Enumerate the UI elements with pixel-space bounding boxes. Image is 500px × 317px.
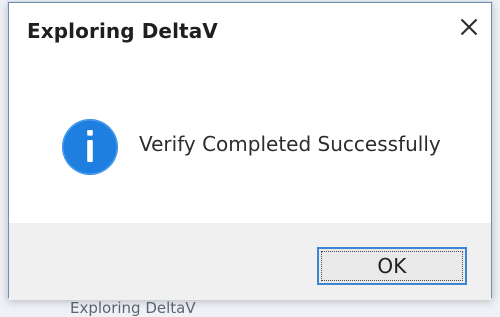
dialog-titlebar: Exploring DeltaV xyxy=(9,3,491,61)
ok-button-label: OK xyxy=(377,254,407,278)
ok-button[interactable]: OK xyxy=(317,247,467,285)
close-button[interactable] xyxy=(455,13,483,41)
info-icon xyxy=(62,119,118,175)
close-icon xyxy=(460,18,478,36)
dialog-title: Exploring DeltaV xyxy=(27,19,218,43)
dialog-message: Verify Completed Successfully xyxy=(139,132,441,156)
dialog-content: Verify Completed Successfully xyxy=(9,61,491,223)
background-partial-text: Exploring DeltaV xyxy=(70,299,196,317)
message-dialog: Exploring DeltaV Verify Completed Succes… xyxy=(8,2,492,300)
dialog-footer: OK xyxy=(9,223,491,300)
